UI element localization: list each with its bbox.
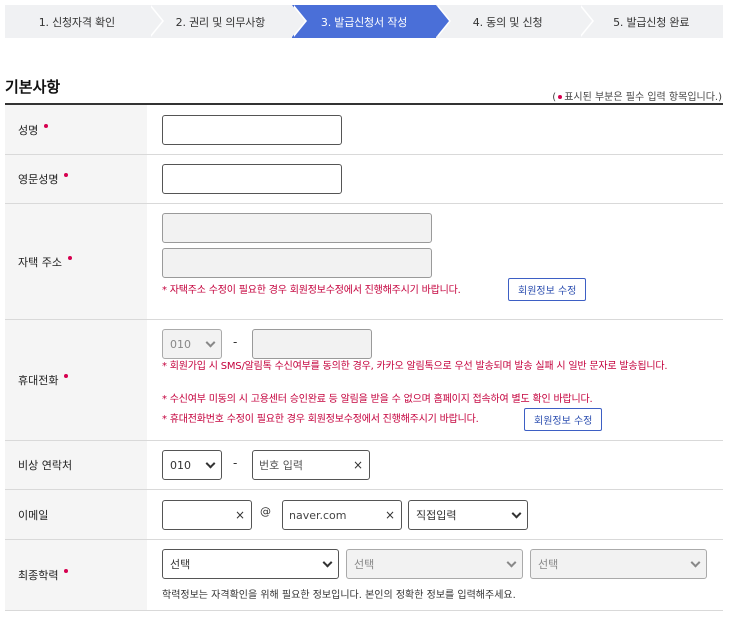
mobile-dash: - (233, 335, 238, 349)
label-address: 자택 주소 (5, 204, 147, 319)
education-help-text: 학력정보는 자격확인을 위해 필요한 정보입니다. 본인의 정확한 정보를 입력… (162, 590, 516, 601)
required-dot-icon (64, 374, 69, 378)
chevron-down-icon (506, 557, 517, 568)
row-email: 이메일 × @ naver.com × 직접입력 (5, 490, 723, 540)
section-title: 기본사항 (5, 78, 61, 96)
education-status-select: 선택 (530, 549, 707, 579)
address-notice: * 자택주소 수정이 필요한 경우 회원정보수정에서 진행해주시기 바랍니다. (162, 285, 461, 296)
required-dot-icon (64, 173, 69, 177)
mobile-edit-button[interactable]: 회원정보 수정 (524, 408, 603, 431)
step-3-label: 3. 발급신청서 작성 (320, 15, 408, 29)
row-name: 성명 (5, 105, 723, 155)
mobile-number-input (252, 329, 372, 359)
emergency-number-input[interactable]: 번호 입력 × (252, 450, 370, 480)
label-emergency: 비상 연락처 (5, 441, 147, 489)
required-dot-icon (64, 569, 69, 573)
required-dot-icon (44, 123, 49, 128)
mobile-notice-1: * 회원가입 시 SMS/알림톡 수신여부를 동의한 경우, 카카오 알림톡으로… (162, 361, 668, 372)
chevron-down-icon (511, 508, 522, 519)
english-name-input[interactable] (162, 164, 342, 194)
emergency-dash: - (233, 456, 238, 470)
address-edit-button[interactable]: 회원정보 수정 (508, 278, 587, 301)
label-english-name: 영문성명 (5, 155, 147, 203)
email-domain-select[interactable]: 직접입력 (408, 500, 528, 530)
address-line2-input (162, 248, 432, 278)
progress-steps: 1. 신청자격 확인 2. 권리 및 의무사항 3. 발급신청서 작성 4. 동… (5, 5, 723, 38)
mobile-notice-3: * 휴대전화번호 수정이 필요한 경우 회원정보수정에서 진행해주시기 바랍니다… (162, 414, 479, 425)
clear-icon[interactable]: × (385, 508, 395, 522)
row-education: 최종학력 선택 선택 선택 학력정보는 자격확인을 위해 필요한 정보입니다. … (5, 540, 723, 611)
email-local-input[interactable]: × (162, 500, 252, 530)
label-email: 이메일 (5, 490, 147, 539)
mobile-prefix-select: 010 (162, 329, 222, 359)
email-at-sign: @ (260, 505, 271, 518)
row-emergency: 비상 연락처 010 - 번호 입력 × (5, 441, 723, 490)
label-mobile: 휴대전화 (5, 320, 147, 440)
clear-icon[interactable]: × (353, 458, 363, 472)
step-3: 3. 발급신청서 작성 (292, 5, 451, 38)
address-line1-input (162, 213, 432, 243)
step-1-label: 1. 신청자격 확인 (38, 15, 115, 29)
step-2: 2. 권리 및 의무사항 (148, 5, 308, 38)
chevron-down-icon (322, 557, 333, 568)
chevron-down-icon (690, 557, 701, 568)
mobile-notice-2: * 수신여부 미동의 시 고용센터 승인완료 등 알림을 받을 수 없으며 홈페… (162, 394, 593, 405)
label-education: 최종학력 (5, 540, 147, 610)
required-note: (표시된 부분은 필수 입력 항목입니다.) (552, 92, 722, 103)
row-mobile: 휴대전화 010 - * 회원가입 시 SMS/알림톡 수신여부를 동의한 경우… (5, 320, 723, 441)
step-1: 1. 신청자격 확인 (5, 5, 164, 38)
step-4-label: 4. 동의 및 신청 (472, 15, 543, 29)
row-address: 자택 주소 * 자택주소 수정이 필요한 경우 회원정보수정에서 진행해주시기 … (5, 204, 723, 320)
email-domain-input[interactable]: naver.com × (282, 500, 402, 530)
chevron-down-icon (205, 337, 216, 348)
education-level-select[interactable]: 선택 (162, 549, 339, 579)
clear-icon[interactable]: × (235, 508, 245, 522)
required-dot-icon (67, 255, 72, 260)
emergency-prefix-select[interactable]: 010 (162, 450, 222, 480)
label-name: 성명 (5, 105, 147, 154)
row-english-name: 영문성명 (5, 155, 723, 204)
step-5: 5. 발급신청 완료 (579, 5, 723, 38)
step-5-label: 5. 발급신청 완료 (613, 15, 690, 29)
step-2-label: 2. 권리 및 의무사항 (175, 15, 266, 29)
required-dot-icon (558, 95, 563, 99)
name-input[interactable] (162, 115, 342, 145)
chevron-down-icon (205, 458, 216, 469)
step-4: 4. 동의 및 신청 (435, 5, 595, 38)
education-school-select: 선택 (346, 549, 523, 579)
basic-info-form: 성명 영문성명 자택 주소 * 자택주소 수정이 필요한 경우 회원정보수정에서… (5, 103, 723, 611)
